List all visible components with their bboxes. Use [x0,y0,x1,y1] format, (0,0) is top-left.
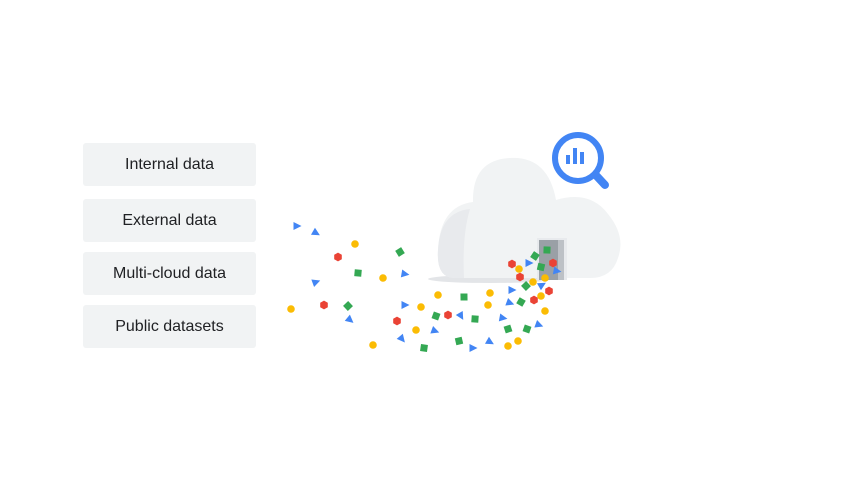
data-particle [400,269,410,278]
data-particle [396,333,405,343]
data-particle [505,298,515,306]
data-particle [379,274,387,282]
data-particle [522,324,532,334]
data-particle [516,297,526,307]
data-flow-illustration [287,132,621,352]
data-particle [508,286,517,294]
data-particle [455,310,464,320]
data-particle [354,269,362,277]
data-particle [486,289,494,297]
data-particle [515,265,523,273]
data-particle [344,314,354,323]
data-particle [444,310,452,320]
door-icon [537,238,567,280]
data-particle [395,247,405,257]
data-particle [401,301,410,309]
data-particle [469,344,478,352]
data-particle [430,326,440,334]
data-particle [420,344,428,352]
data-particle [320,300,328,310]
data-particle [293,222,302,230]
data-particle [311,279,321,287]
bigquery-magnifier-icon [552,132,609,189]
data-particle [434,291,442,299]
data-particle [393,316,401,326]
data-particle [412,326,420,334]
data-particle [484,336,494,345]
data-particle [498,313,508,322]
data-particle [471,315,479,323]
data-particle [343,301,353,311]
data-particle [484,301,492,309]
data-particle [431,311,441,321]
data-particle [514,337,522,345]
data-particle [454,336,464,346]
data-particle [503,324,513,334]
data-particle [310,227,320,236]
data-particle [351,240,359,248]
data-particle [504,342,512,350]
data-particle [534,320,544,328]
data-particle [287,305,295,313]
data-particle [334,252,342,262]
data-particle [417,303,425,311]
data-particle [369,341,377,349]
data-particle [545,286,553,296]
data-particle [529,278,537,286]
data-particle [541,307,549,315]
data-particle [541,274,549,282]
data-particle [530,295,538,305]
data-particle [543,246,551,254]
data-particle [537,292,545,300]
data-particle [460,293,468,301]
